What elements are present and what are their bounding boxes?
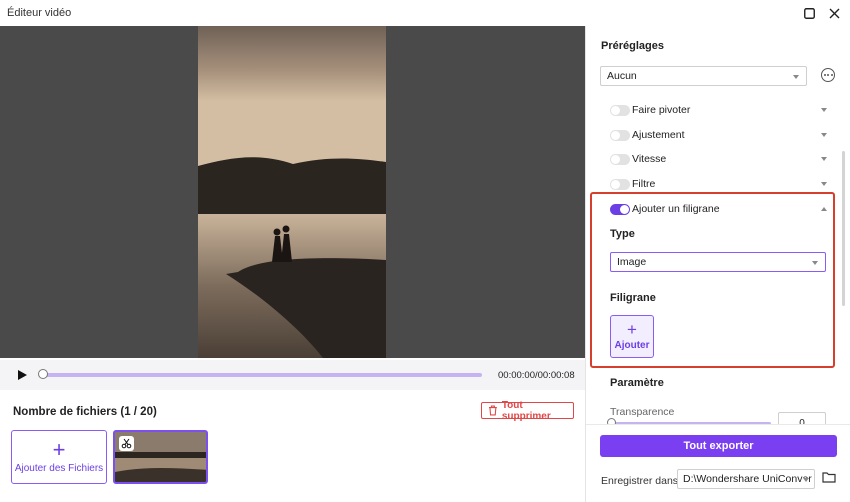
transparency-label: Transparence xyxy=(610,406,675,418)
export-all-button[interactable]: Tout exporter xyxy=(600,435,837,457)
chevron-down-icon[interactable] xyxy=(821,182,827,186)
rotate-toggle[interactable] xyxy=(610,105,630,116)
scissors-icon[interactable] xyxy=(119,436,134,451)
plus-icon: + xyxy=(52,437,66,462)
chevron-down-icon xyxy=(812,261,818,265)
settings-panel: Préréglages Aucun Faire pivoter Ajusteme… xyxy=(585,26,850,502)
title-bar: Éditeur vidéo xyxy=(0,0,850,26)
option-speed[interactable]: Vitesse xyxy=(610,152,827,168)
filigrane-title: Filigrane xyxy=(610,292,656,304)
option-adjustment[interactable]: Ajustement xyxy=(610,128,827,144)
trash-icon xyxy=(488,405,497,416)
option-watermark[interactable]: Ajouter un filigrane xyxy=(610,202,827,218)
output-path-value: D:\Wondershare UniConver xyxy=(683,473,812,485)
open-folder-button[interactable] xyxy=(822,471,838,485)
preset-select-value: Aucun xyxy=(607,70,637,82)
add-watermark-label: Ajouter xyxy=(614,340,650,351)
delete-all-label: Tout supprimer xyxy=(501,399,551,422)
type-title: Type xyxy=(610,228,635,240)
watermark-toggle[interactable] xyxy=(610,204,630,215)
option-label: Vitesse xyxy=(632,153,667,165)
watermark-type-select[interactable]: Image xyxy=(610,252,826,272)
window-title: Éditeur vidéo xyxy=(7,7,72,19)
output-path-select[interactable]: D:\Wondershare UniConver xyxy=(677,469,815,489)
chevron-down-icon[interactable] xyxy=(821,108,827,112)
watermark-toggle-label: Ajouter un filigrane xyxy=(632,203,720,215)
add-files-button[interactable]: + Ajouter des Fichiers xyxy=(11,430,107,484)
option-label: Faire pivoter xyxy=(632,104,691,116)
option-label: Filtre xyxy=(632,178,656,190)
add-files-label: Ajouter des Fichiers xyxy=(14,463,104,474)
filter-toggle[interactable] xyxy=(610,179,630,190)
video-preview xyxy=(0,26,585,358)
chevron-down-icon[interactable] xyxy=(821,157,827,161)
more-options-button[interactable] xyxy=(821,68,835,82)
playback-bar: 00:00:00/00:00:08 xyxy=(0,360,585,390)
scrollbar[interactable] xyxy=(842,151,845,306)
chevron-down-icon xyxy=(803,478,809,482)
timeline-scrubber[interactable] xyxy=(38,369,48,379)
play-icon xyxy=(18,370,27,380)
preset-select[interactable]: Aucun xyxy=(600,66,807,86)
plus-icon: + xyxy=(627,320,637,339)
editor-left-panel: 00:00:00/00:00:08 Nombre de fichiers (1 … xyxy=(0,26,585,502)
timecode: 00:00:00/00:00:08 xyxy=(498,370,575,381)
file-count: Nombre de fichiers (1 / 20) xyxy=(13,406,157,418)
speed-toggle[interactable] xyxy=(610,154,630,165)
chevron-up-icon[interactable] xyxy=(821,207,827,211)
option-filter[interactable]: Filtre xyxy=(610,177,827,193)
clip-thumbnail[interactable] xyxy=(113,430,208,484)
chevron-down-icon xyxy=(793,75,799,79)
video-frame xyxy=(198,26,386,358)
delete-all-button[interactable]: Tout supprimer xyxy=(481,399,574,422)
video-frame-image xyxy=(198,26,386,358)
chevron-down-icon[interactable] xyxy=(821,133,827,137)
maximize-button[interactable] xyxy=(800,4,818,22)
close-button[interactable] xyxy=(825,4,843,22)
watermark-type-value: Image xyxy=(617,256,647,268)
export-footer: Tout exporter Enregistrer dans D:\Wonder… xyxy=(586,424,850,502)
adjustment-toggle[interactable] xyxy=(610,130,630,141)
option-label: Ajustement xyxy=(632,129,685,141)
folder-icon xyxy=(822,472,836,483)
add-watermark-button[interactable]: + Ajouter xyxy=(610,315,654,358)
play-button[interactable] xyxy=(15,368,29,382)
save-to-label: Enregistrer dans xyxy=(601,475,679,487)
timeline-track[interactable] xyxy=(42,373,482,377)
more-icon xyxy=(823,74,826,76)
option-rotate[interactable]: Faire pivoter xyxy=(610,103,827,119)
params-title: Paramètre xyxy=(610,377,664,389)
presets-title: Préréglages xyxy=(601,40,664,52)
close-icon xyxy=(829,8,839,18)
maximize-icon xyxy=(803,7,815,19)
